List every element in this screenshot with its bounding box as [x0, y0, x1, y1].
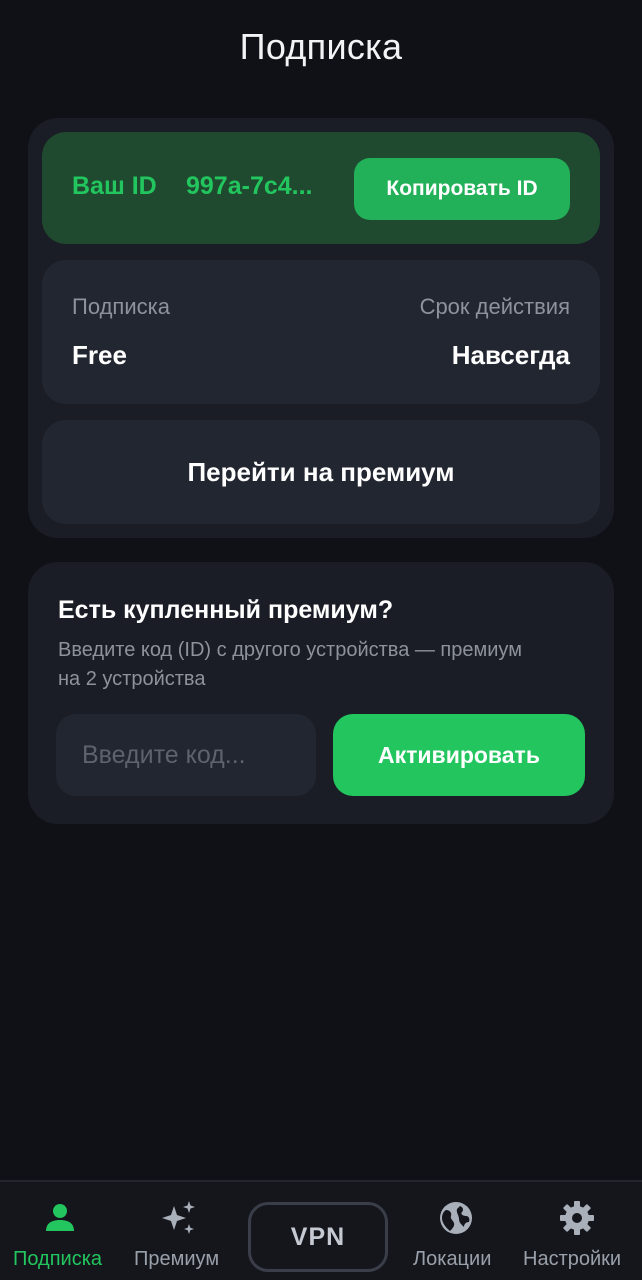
plan-value: Free [72, 340, 127, 370]
activation-description: Введите код (ID) с другого устройства — … [58, 639, 522, 690]
activation-title: Есть купленный премиум? [58, 596, 394, 624]
gear-icon [560, 1201, 594, 1235]
page-title: Подписка [239, 26, 403, 67]
expiry-value: Навсегда [451, 340, 570, 370]
code-input[interactable] [56, 714, 316, 796]
expiry-label: Срок действия [419, 294, 570, 319]
nav-item-locations[interactable]: Локации [406, 1182, 506, 1280]
bottom-nav: Подписка Премиум VPN Локации Настройки [0, 1180, 642, 1280]
nav-item-subscription[interactable]: Подписка [0, 1182, 120, 1280]
subscription-card: Ваш ID 997a-7c4... Копировать ID Подписк… [28, 118, 614, 538]
subscription-info: Подписка Free Срок действия Навсегда [42, 260, 600, 404]
plan-label: Подписка [72, 294, 170, 319]
sparkles-icon [162, 1201, 195, 1234]
nav-item-settings[interactable]: Настройки [518, 1182, 638, 1280]
upgrade-premium-button[interactable]: Перейти на премиум [42, 420, 600, 524]
activation-card: Есть купленный премиум? Введите код (ID)… [28, 562, 614, 824]
person-icon [46, 1204, 74, 1231]
globe-icon [440, 1202, 472, 1234]
nav-label-premium: Премиум [134, 1248, 220, 1270]
activate-button[interactable]: Активировать [333, 714, 585, 796]
nav-item-premium[interactable]: Премиум [126, 1182, 230, 1280]
copy-id-button[interactable]: Копировать ID [354, 158, 570, 220]
vpn-button[interactable]: VPN [248, 1202, 388, 1272]
nav-label-locations: Локации [413, 1248, 492, 1270]
account-id-row: Ваш ID 997a-7c4... Копировать ID [42, 132, 600, 244]
nav-label-subscription: Подписка [13, 1248, 103, 1270]
subscription-screen: Подписка Ваш ID 997a-7c4... Копировать I… [0, 0, 642, 1280]
id-label: Ваш ID [72, 172, 157, 200]
nav-label-settings: Настройки [523, 1248, 622, 1270]
id-value: 997a-7c4... [186, 172, 313, 200]
